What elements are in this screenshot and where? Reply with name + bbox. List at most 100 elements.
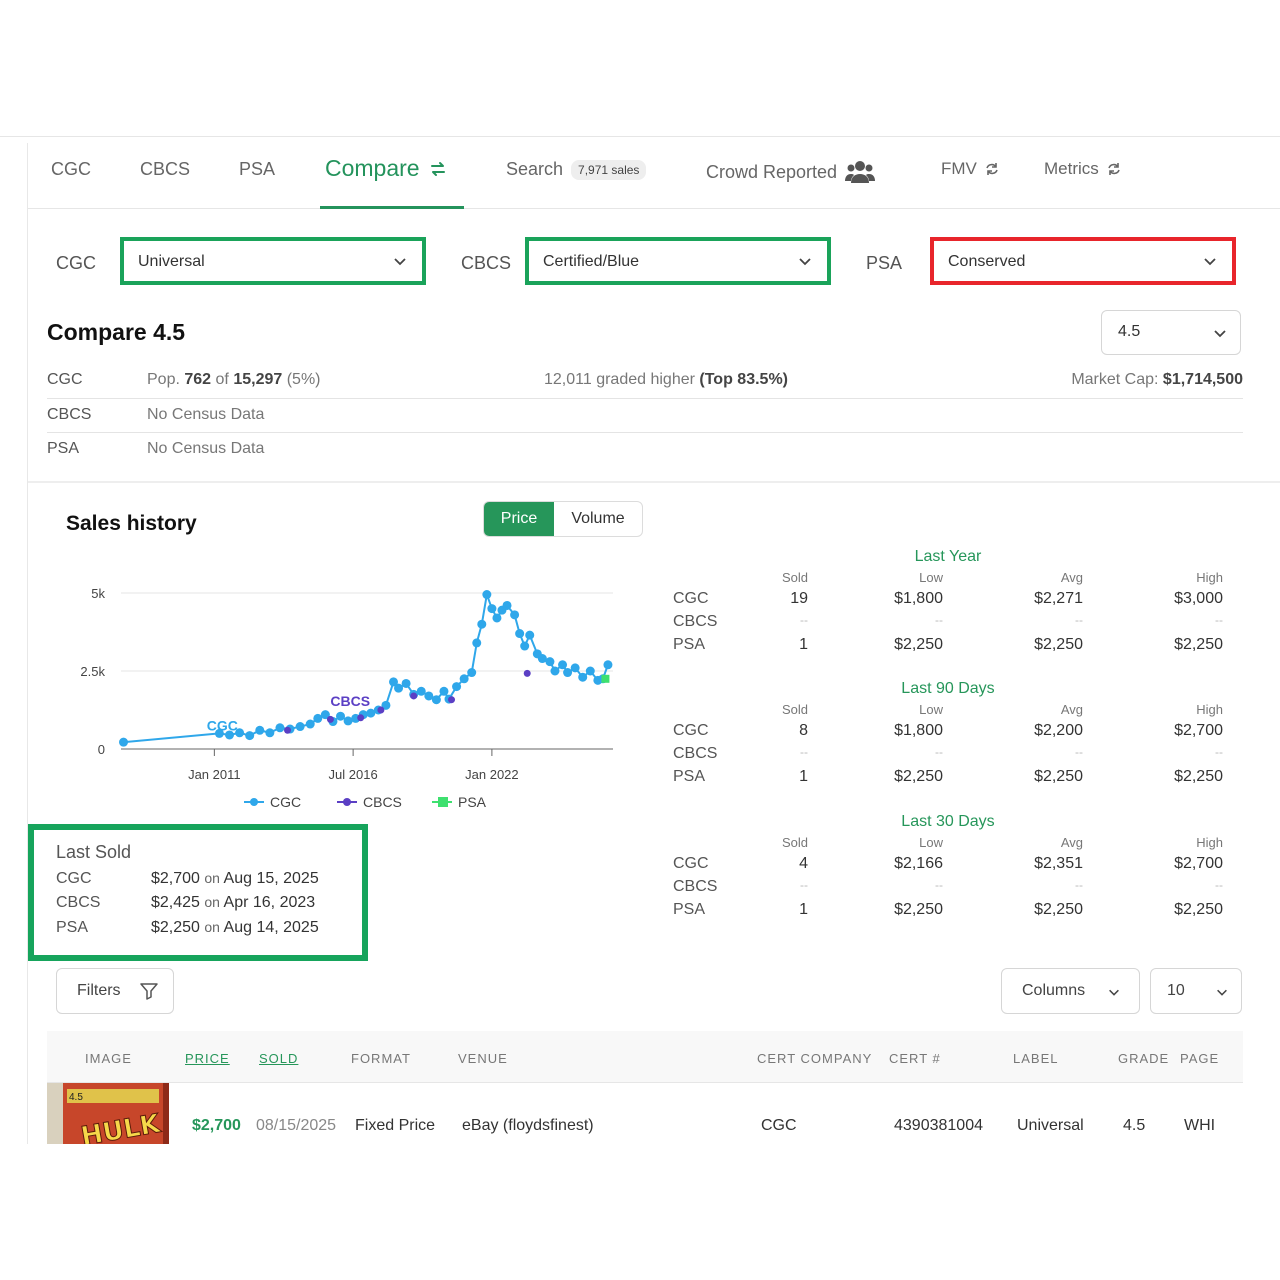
tab-fmv[interactable]: FMV xyxy=(941,159,999,179)
stat-company: PSA xyxy=(673,636,706,653)
cgc-annotation: CGC xyxy=(207,717,238,733)
column-header-label: LABEL xyxy=(1013,1051,1059,1066)
sale-venue[interactable]: eBay (floydsfinest) xyxy=(462,1117,594,1135)
cert-number[interactable]: 4390381004 xyxy=(894,1117,983,1135)
cert-company: CGC xyxy=(761,1117,797,1134)
page-size-select[interactable]: 10 xyxy=(1150,968,1242,1014)
stat-header-high: High xyxy=(1196,702,1223,717)
census-company: CGC xyxy=(47,371,83,388)
column-header-format: FORMAT xyxy=(351,1051,411,1066)
chevron-down-icon xyxy=(394,258,406,266)
stat-high: $3,000 xyxy=(1174,590,1223,607)
cgc-data-point xyxy=(119,737,129,747)
stat-company: CGC xyxy=(673,855,709,872)
last-sold-price: $2,250 xyxy=(151,919,200,936)
sale-price: $2,700 xyxy=(192,1117,241,1134)
tab-cgc[interactable]: CGC xyxy=(51,159,91,180)
stat-avg: $2,250 xyxy=(1034,901,1083,918)
cgc-data-point xyxy=(585,666,595,676)
label-type: Universal xyxy=(1017,1117,1084,1134)
cbcs-data-point xyxy=(523,669,531,677)
price-toggle-button[interactable]: Price xyxy=(484,502,554,536)
refresh-icon xyxy=(986,163,998,175)
sales-count-badge: 7,971 sales xyxy=(571,159,647,180)
census-company: PSA xyxy=(47,440,80,457)
filters-button[interactable]: Filters xyxy=(56,968,174,1014)
stat-low: $2,250 xyxy=(894,901,943,918)
tab-crowd-reported[interactable]: Crowd Reported xyxy=(706,159,876,185)
users-icon xyxy=(845,161,876,183)
stat-sold: 8 xyxy=(799,722,808,739)
column-header-sold[interactable]: SOLD xyxy=(259,1051,298,1066)
census-row-psa: PSA No Census Data xyxy=(47,432,1243,467)
column-header-price[interactable]: PRICE xyxy=(185,1051,230,1066)
census-row-cgc: CGC Pop. 762 of 15,297 (5%) 12,011 grade… xyxy=(47,363,1243,398)
stat-high: $2,700 xyxy=(1174,855,1223,872)
stat-header-high: High xyxy=(1196,835,1223,850)
cgc-data-point xyxy=(265,728,275,738)
tab-compare[interactable]: Compare xyxy=(325,155,448,182)
cbcs-label-select[interactable]: Certified/Blue xyxy=(525,237,831,285)
census-pop: Pop. 762 of 15,297 (5%) xyxy=(147,371,321,389)
stat-header-sold: Sold xyxy=(781,702,808,717)
cgc-data-point xyxy=(578,672,588,682)
pop-of: of xyxy=(215,371,229,388)
cbcs-data-point xyxy=(284,726,292,734)
x-tick-label: Jan 2022 xyxy=(465,767,519,782)
tab-metrics[interactable]: Metrics xyxy=(1044,159,1121,179)
volume-toggle-button[interactable]: Volume xyxy=(554,502,642,536)
stat-high: $2,700 xyxy=(1174,722,1223,739)
stat-low: -- xyxy=(935,878,943,892)
psa-label-select[interactable]: Conserved xyxy=(930,237,1236,285)
stat-avg: $2,200 xyxy=(1034,722,1083,739)
stat-low: $2,166 xyxy=(894,855,943,872)
market-cap: Market Cap: $1,714,500 xyxy=(1071,371,1243,389)
last-sold-price: $2,425 xyxy=(151,894,200,911)
cgc-data-point xyxy=(472,638,482,648)
chevron-down-icon xyxy=(1217,989,1227,996)
sales-history-title: Sales history xyxy=(66,512,197,535)
stat-sold: 1 xyxy=(799,636,808,653)
stat-low: -- xyxy=(935,613,943,627)
stat-low: -- xyxy=(935,745,943,759)
cgc-data-point xyxy=(525,630,535,640)
section-divider xyxy=(28,481,1280,483)
tab-search[interactable]: Search 7,971 sales xyxy=(506,159,647,180)
cgc-data-point xyxy=(502,600,512,610)
last-sold-on: on xyxy=(204,894,220,910)
stat-sold: 4 xyxy=(799,855,808,872)
cgc-data-point xyxy=(394,683,404,693)
chevron-down-icon xyxy=(799,258,811,266)
compare-title: Compare 4.5 xyxy=(47,319,186,345)
cbcs-data-point xyxy=(357,714,365,722)
comic-thumbnail[interactable]: 4.5 HULK xyxy=(47,1083,169,1144)
stat-block: Last Year Sold Low Avg High CGC 19 $1,800 $2,271… xyxy=(673,548,1233,673)
stat-avg: $2,271 xyxy=(1034,590,1083,607)
columns-button[interactable]: Columns xyxy=(1001,968,1140,1014)
last-sold-on: on xyxy=(204,870,220,886)
main-panel: CGC CBCS PSA Compare Search 7,971 sales … xyxy=(27,143,1280,1144)
sale-date: 08/15/2025 xyxy=(256,1117,337,1134)
cgc-data-point xyxy=(439,686,449,696)
pop-count: 762 xyxy=(184,371,212,388)
column-header-venue: VENUE xyxy=(458,1051,508,1066)
stat-company: CBCS xyxy=(673,878,718,895)
filter-funnel-icon xyxy=(140,983,158,1000)
tab-label: Compare xyxy=(325,155,420,181)
cbcs-data-point xyxy=(377,706,385,714)
grade-select[interactable]: 4.5 xyxy=(1101,310,1241,355)
cgc-label-select[interactable]: Universal xyxy=(120,237,426,285)
stat-high: -- xyxy=(1215,745,1223,759)
table-row[interactable]: 4.5 HULK $2,700 08/15/2025 Fixed Price e… xyxy=(47,1083,1243,1144)
cgc-label-filter-caption: CGC xyxy=(56,253,96,273)
filters-label: Filters xyxy=(77,982,121,999)
chevron-down-icon xyxy=(1214,330,1226,338)
select-value: Conserved xyxy=(948,253,1026,270)
stat-avg: -- xyxy=(1075,745,1083,759)
cgc-data-point xyxy=(563,668,573,678)
tab-cbcs[interactable]: CBCS xyxy=(140,159,190,180)
select-value: Certified/Blue xyxy=(543,253,640,270)
tab-psa[interactable]: PSA xyxy=(239,159,275,180)
cgc-data-point xyxy=(245,731,255,741)
legend-label: CBCS xyxy=(363,794,402,810)
